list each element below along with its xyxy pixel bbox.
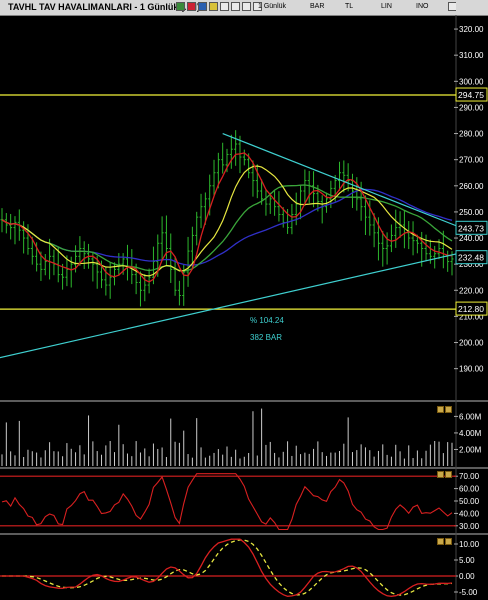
- price-tick-label: 190.00: [459, 365, 484, 374]
- rsi-panel-close-icon[interactable]: [445, 471, 452, 478]
- price-tick-label: 270.00: [459, 156, 484, 165]
- axis-header: [456, 0, 488, 15]
- rsi-tick-label: 60.00: [459, 485, 480, 494]
- osc-panel-settings-icon[interactable]: [437, 538, 444, 545]
- ma-mid-line: [1, 165, 453, 277]
- ma-long-line: [1, 188, 453, 266]
- price-tick-label: 320.00: [459, 25, 484, 34]
- osc-tick-label: 0.00: [459, 572, 475, 581]
- price-tick-label: 310.00: [459, 51, 484, 60]
- volume-tick-label: 4.00M: [459, 429, 482, 438]
- chart-canvas: 190.00200.00210.00220.00230.00240.00250.…: [0, 0, 488, 600]
- rsi-panel-settings-icon[interactable]: [437, 471, 444, 478]
- rsi-tick-label: 50.00: [459, 497, 480, 506]
- price-level-label: 243.73: [458, 223, 484, 233]
- price-tick-label: 300.00: [459, 77, 484, 86]
- price-level-label: 294.75: [458, 90, 484, 100]
- price-level-label: 232.48: [458, 253, 484, 263]
- rsi-line: [1, 473, 453, 531]
- price-tick-label: 290.00: [459, 103, 484, 112]
- price-tick-label: 240.00: [459, 234, 484, 243]
- volume-tick-label: 6.00M: [459, 412, 482, 421]
- price-tick-label: 280.00: [459, 130, 484, 139]
- osc-tick-label: -5.00: [459, 588, 478, 597]
- volume-panel-settings-icon[interactable]: [437, 406, 444, 413]
- price-level-label: 212.80: [458, 304, 484, 314]
- osc-line: [2, 538, 453, 597]
- trend-bars-label: 382 BAR: [250, 333, 282, 342]
- ma-fast-line: [1, 152, 453, 283]
- trend-pct-label: % 104.24: [250, 316, 284, 325]
- osc-panel-close-icon[interactable]: [445, 538, 452, 545]
- price-tick-label: 250.00: [459, 208, 484, 217]
- price-tick-label: 220.00: [459, 286, 484, 295]
- chart-window: TAVHL TAV HAVALIMANLARI - 1 Günlük (.1d)…: [0, 0, 488, 600]
- volume-panel-close-icon[interactable]: [445, 406, 452, 413]
- osc-tick-label: 10.00: [459, 540, 480, 549]
- resistance-trendline: [222, 132, 464, 229]
- rsi-tick-label: 70.00: [459, 472, 480, 481]
- price-tick-label: 260.00: [459, 182, 484, 191]
- rsi-tick-label: 30.00: [459, 522, 480, 531]
- rsi-tick-label: 40.00: [459, 509, 480, 518]
- support-trendline: [0, 251, 463, 359]
- osc-tick-label: 5.00: [459, 556, 475, 565]
- volume-tick-label: 2.00M: [459, 445, 482, 454]
- price-tick-label: 200.00: [459, 339, 484, 348]
